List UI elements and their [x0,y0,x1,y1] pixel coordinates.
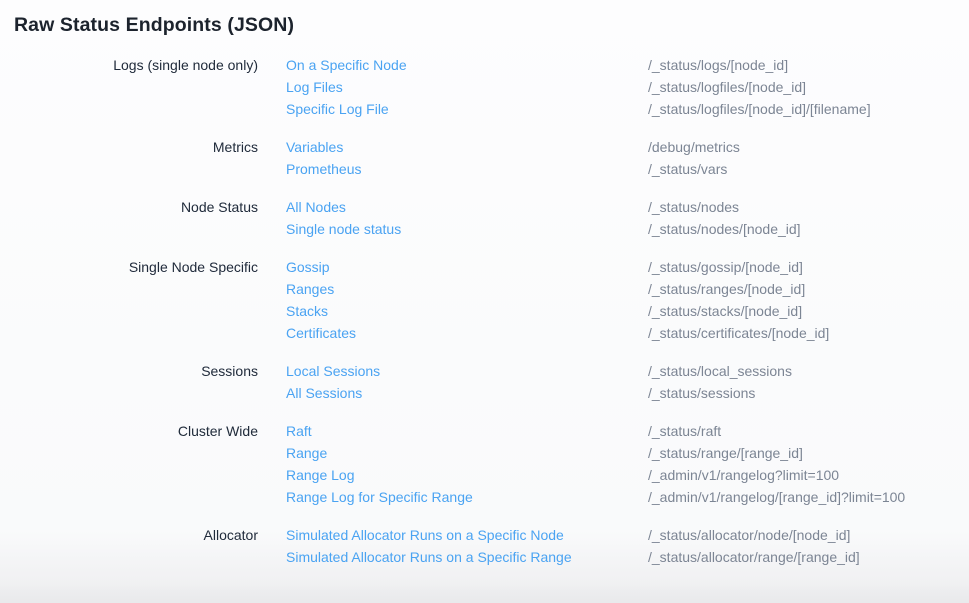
endpoint-path: /_status/ranges/[node_id] [648,278,969,300]
endpoint-link[interactable]: On a Specific Node [286,54,648,76]
category-label: Sessions [0,360,286,382]
endpoint-path: /_status/gossip/[node_id] [648,256,969,278]
endpoint-path: /_status/allocator/node/[node_id] [648,524,969,546]
bottom-fade-divider [0,583,969,603]
endpoint-path: /_status/nodes/[node_id] [648,218,969,240]
endpoint-path: /_status/vars [648,158,969,180]
endpoint-link[interactable]: Certificates [286,322,648,344]
endpoint-link[interactable]: Stacks [286,300,648,322]
links-column: Gossip Ranges Stacks Certificates [286,256,648,344]
endpoint-link[interactable]: All Nodes [286,196,648,218]
endpoint-path: /_status/local_sessions [648,360,969,382]
category-label: Metrics [0,136,286,158]
endpoint-link[interactable]: Gossip [286,256,648,278]
endpoint-group: Node Status All Nodes Single node status… [0,196,969,240]
endpoint-path: /_status/allocator/range/[range_id] [648,546,969,568]
endpoint-path: /_status/certificates/[node_id] [648,322,969,344]
links-column: Local Sessions All Sessions [286,360,648,404]
endpoint-path: /_status/logfiles/[node_id]/[filename] [648,98,969,120]
category-label: Logs (single node only) [0,54,286,76]
endpoint-link[interactable]: Range [286,442,648,464]
endpoint-group: Sessions Local Sessions All Sessions /_s… [0,360,969,404]
endpoint-path: /_status/raft [648,420,969,442]
links-column: Variables Prometheus [286,136,648,180]
page-title: Raw Status Endpoints (JSON) [0,0,969,37]
endpoint-path: /_status/stacks/[node_id] [648,300,969,322]
endpoint-group: Logs (single node only) On a Specific No… [0,54,969,120]
endpoint-link[interactable]: Local Sessions [286,360,648,382]
endpoint-groups: Logs (single node only) On a Specific No… [0,54,969,568]
category-label: Node Status [0,196,286,218]
endpoint-link[interactable]: Simulated Allocator Runs on a Specific N… [286,524,648,546]
paths-column: /_status/nodes /_status/nodes/[node_id] [648,196,969,240]
debug-page: Raw Status Endpoints (JSON) Logs (single… [0,0,969,603]
endpoint-link[interactable]: Ranges [286,278,648,300]
paths-column: /_status/logs/[node_id] /_status/logfile… [648,54,969,120]
endpoint-link[interactable]: Raft [286,420,648,442]
endpoint-path: /_status/range/[range_id] [648,442,969,464]
endpoint-path: /_admin/v1/rangelog?limit=100 [648,464,969,486]
endpoint-group: Cluster Wide Raft Range Range Log Range … [0,420,969,508]
paths-column: /_status/allocator/node/[node_id] /_stat… [648,524,969,568]
links-column: Simulated Allocator Runs on a Specific N… [286,524,648,568]
endpoint-path: /_status/logs/[node_id] [648,54,969,76]
endpoint-link[interactable]: Variables [286,136,648,158]
endpoint-link[interactable]: All Sessions [286,382,648,404]
links-column: All Nodes Single node status [286,196,648,240]
links-column: On a Specific Node Log Files Specific Lo… [286,54,648,120]
endpoint-group: Single Node Specific Gossip Ranges Stack… [0,256,969,344]
endpoint-path: /debug/metrics [648,136,969,158]
endpoint-link[interactable]: Simulated Allocator Runs on a Specific R… [286,546,648,568]
category-label: Cluster Wide [0,420,286,442]
paths-column: /_status/raft /_status/range/[range_id] … [648,420,969,508]
paths-column: /_status/gossip/[node_id] /_status/range… [648,256,969,344]
endpoint-link[interactable]: Single node status [286,218,648,240]
endpoint-link[interactable]: Prometheus [286,158,648,180]
endpoint-path: /_status/sessions [648,382,969,404]
endpoint-link[interactable]: Range Log for Specific Range [286,486,648,508]
endpoint-path: /_status/nodes [648,196,969,218]
category-label: Single Node Specific [0,256,286,278]
endpoint-path: /_admin/v1/rangelog/[range_id]?limit=100 [648,486,969,508]
links-column: Raft Range Range Log Range Log for Speci… [286,420,648,508]
endpoint-link[interactable]: Specific Log File [286,98,648,120]
endpoint-link[interactable]: Range Log [286,464,648,486]
category-label: Allocator [0,524,286,546]
paths-column: /debug/metrics /_status/vars [648,136,969,180]
paths-column: /_status/local_sessions /_status/session… [648,360,969,404]
endpoint-path: /_status/logfiles/[node_id] [648,76,969,98]
endpoint-group: Metrics Variables Prometheus /debug/metr… [0,136,969,180]
endpoint-link[interactable]: Log Files [286,76,648,98]
endpoint-group: Allocator Simulated Allocator Runs on a … [0,524,969,568]
